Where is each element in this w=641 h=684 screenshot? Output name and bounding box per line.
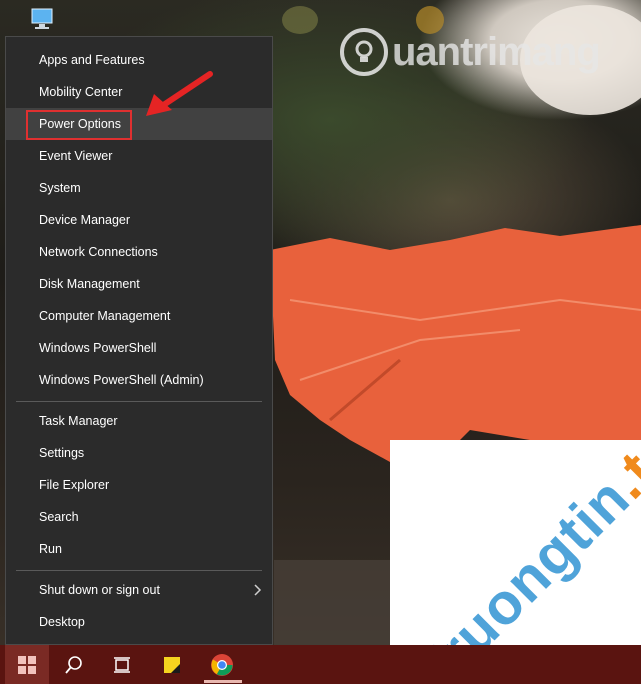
highlight-box-power-options: [26, 110, 132, 140]
menu-item-event-viewer[interactable]: Event Viewer: [6, 140, 272, 172]
search-icon: [65, 655, 82, 674]
chevron-right-icon: [254, 584, 262, 596]
task-view-icon: [114, 656, 130, 673]
quantrimang-text: uantrimang: [392, 29, 601, 74]
quantrimang-watermark: uantrimang: [340, 28, 601, 76]
task-view-button[interactable]: [100, 645, 144, 684]
menu-item-shut-down-or-sign-out[interactable]: Shut down or sign out: [6, 574, 272, 606]
windows-start-icon: [18, 655, 36, 674]
winx-menu: Apps and Features Mobility Center Power …: [5, 36, 273, 645]
chrome-icon: [211, 653, 233, 676]
red-arrow-annotation: [146, 71, 213, 116]
menu-item-windows-powershell[interactable]: Windows PowerShell: [6, 332, 272, 364]
menu-item-system[interactable]: System: [6, 172, 272, 204]
menu-item-run[interactable]: Run: [6, 533, 272, 565]
menu-item-file-explorer[interactable]: File Explorer: [6, 469, 272, 501]
this-pc-icon[interactable]: [30, 6, 56, 32]
menu-item-desktop[interactable]: Desktop: [6, 606, 272, 638]
menu-item-disk-management[interactable]: Disk Management: [6, 268, 272, 300]
menu-separator: [16, 401, 262, 402]
lightbulb-icon: [340, 28, 388, 76]
chrome-button[interactable]: [200, 645, 244, 684]
start-button[interactable]: [5, 645, 49, 684]
menu-item-search[interactable]: Search: [6, 501, 272, 533]
taskbar-search-button[interactable]: [52, 645, 96, 684]
chrome-active-indicator: [204, 680, 242, 683]
menu-item-mobility-center[interactable]: Mobility Center: [6, 76, 272, 108]
sticky-notes-button[interactable]: [150, 645, 194, 684]
menu-item-network-connections[interactable]: Network Connections: [6, 236, 272, 268]
menu-item-computer-management[interactable]: Computer Management: [6, 300, 272, 332]
taskbar: [0, 645, 641, 684]
menu-item-task-manager[interactable]: Task Manager: [6, 405, 272, 437]
menu-separator: [16, 570, 262, 571]
menu-item-settings[interactable]: Settings: [6, 437, 272, 469]
sticky-notes-icon: [164, 656, 180, 673]
menu-item-windows-powershell-admin[interactable]: Windows PowerShell (Admin): [6, 364, 272, 396]
menu-item-apps-and-features[interactable]: Apps and Features: [6, 44, 272, 76]
menu-item-device-manager[interactable]: Device Manager: [6, 204, 272, 236]
